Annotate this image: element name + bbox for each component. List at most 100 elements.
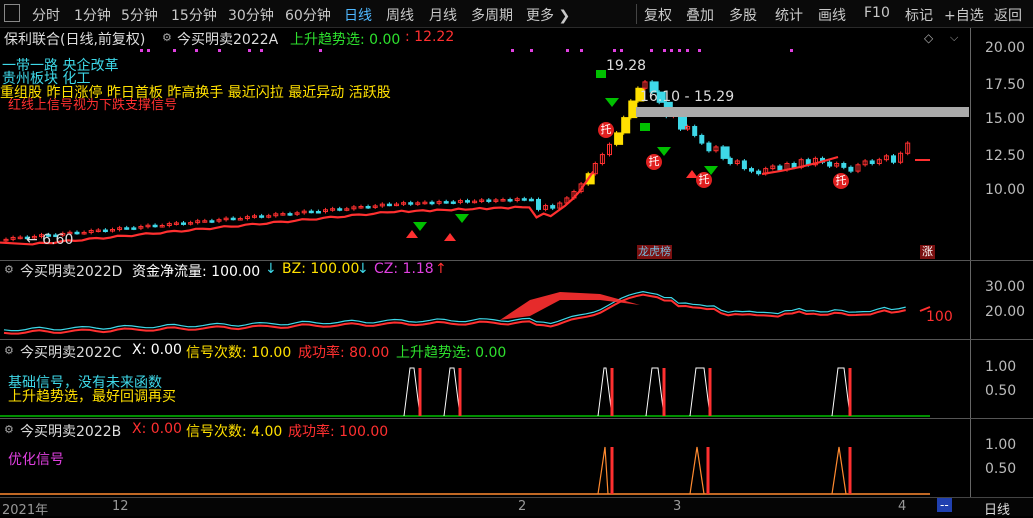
candle-body — [308, 210, 314, 214]
settings-icon[interactable]: ⚙ — [4, 263, 14, 276]
fund-flow-fill — [500, 292, 640, 320]
signal-pulse — [831, 367, 851, 417]
signal-dot — [140, 49, 143, 52]
panel-b-signal-count: 信号次数: 4.00 — [186, 424, 283, 440]
scroll-toggle[interactable]: -- — [937, 498, 952, 512]
support-badge: 托 — [696, 172, 712, 188]
limit-up-badge[interactable]: 涨 — [920, 245, 935, 259]
candle-body — [315, 210, 321, 214]
signal-dot — [147, 49, 150, 52]
candle-body — [528, 198, 534, 202]
candle-body — [550, 205, 556, 209]
candle-body — [692, 126, 698, 136]
candle-body — [486, 199, 492, 202]
signal-markers — [140, 49, 793, 241]
signal-dot — [580, 49, 583, 52]
signal-dot — [260, 49, 263, 52]
candle-body — [749, 168, 754, 172]
signal-dot — [218, 49, 221, 52]
panel-c-name: 今买明卖2022C — [20, 345, 122, 361]
candle-body — [841, 163, 847, 168]
candle-body — [536, 198, 541, 210]
settings-icon[interactable]: ⚙ — [4, 423, 14, 436]
panel-divider — [0, 339, 1033, 340]
fund-flow-end-label: 100 — [926, 309, 953, 325]
signal-dot — [670, 49, 673, 52]
optimized-signal-series — [0, 446, 930, 495]
signal-box — [596, 70, 606, 78]
panel-divider — [0, 418, 1033, 419]
time-axis-label: 3 — [673, 499, 682, 514]
signal-dot — [566, 49, 569, 52]
candle-body — [365, 205, 371, 209]
chart-canvas[interactable] — [0, 0, 1033, 516]
candle-body — [181, 222, 186, 225]
candle-body — [741, 160, 747, 170]
price-value: : 12.22 — [405, 29, 455, 45]
candle-body — [756, 170, 762, 175]
trend-value: 上升趋势选: 0.00 — [290, 32, 401, 48]
signal-dot — [620, 49, 623, 52]
arrow-up-icon: ↑ — [435, 261, 447, 277]
candle-body — [727, 157, 733, 164]
settings-icon[interactable]: ⚙ — [162, 31, 172, 44]
signal-pulse — [645, 367, 665, 417]
candle-body — [408, 202, 414, 205]
menu-chevron-icon[interactable]: ⌵ — [950, 31, 958, 45]
longhu-badge[interactable]: 龙虎榜 — [637, 245, 672, 259]
indicator-name: 今买明卖2022A — [177, 32, 279, 48]
candle-body — [699, 134, 705, 144]
signal-dot — [678, 49, 681, 52]
candle-body — [848, 166, 854, 172]
settings-icon[interactable]: ⚙ — [4, 344, 14, 357]
panel-c-signal-count: 信号次数: 10.00 — [186, 345, 292, 361]
signal-dot — [686, 49, 689, 52]
support-badge: 托 — [598, 122, 614, 138]
candle-body — [628, 100, 638, 119]
signal-dot — [173, 49, 176, 52]
resistance-band — [636, 107, 969, 117]
panel-b-x-value: X: 0.00 — [132, 421, 182, 437]
candle-body — [777, 165, 783, 171]
time-axis: 2021年 12 2 3 4 -- 日线 — [0, 497, 1033, 518]
panel-c-success-rate: 成功率: 80.00 — [298, 345, 390, 361]
signal-dot — [530, 49, 533, 52]
y-tick-label: 20.00 — [985, 40, 1026, 56]
candle-body — [720, 146, 730, 159]
signal-pulse — [689, 446, 705, 495]
signal-dot — [650, 49, 653, 52]
signal-dot — [613, 49, 616, 52]
y-tick-label: 20.00 — [985, 304, 1026, 320]
candle-body — [791, 163, 797, 168]
candle-body — [706, 142, 712, 152]
signal-box — [640, 123, 650, 131]
candle-body — [259, 215, 265, 218]
candle-body — [443, 201, 449, 204]
y-tick-label: 1.00 — [985, 359, 1017, 375]
fund-flow-series — [3, 291, 931, 335]
period-indicator-tab[interactable]: 日线 — [984, 499, 1010, 518]
signal-pulse — [597, 446, 609, 495]
diamond-icon[interactable]: ◇ — [924, 31, 933, 45]
candle-body — [74, 231, 80, 235]
range-label: 16.10 - 15.29 — [640, 89, 735, 105]
signal-dot — [248, 49, 251, 52]
arrow-down-icon: ↓ — [265, 261, 277, 277]
support-line-path — [0, 170, 595, 246]
cz-value: CZ: 1.18 — [374, 261, 434, 277]
panel-c-note-2: 上升趋势选，最好回调再买 — [8, 389, 176, 405]
signal-pulse — [443, 367, 461, 417]
low-price-label: ← 6.60 — [26, 232, 74, 248]
time-axis-label: 2021年 — [2, 503, 49, 518]
candle-body — [337, 208, 343, 211]
sell-arrow — [413, 222, 427, 231]
sell-arrow — [455, 214, 469, 223]
panel-d-name: 今买明卖2022D — [20, 264, 123, 280]
support-badge: 托 — [833, 173, 849, 189]
fund-flow-line — [3, 293, 906, 335]
panel-b-name: 今买明卖2022B — [20, 424, 122, 440]
time-axis-label: 12 — [112, 499, 129, 514]
fund-flow-value: 资金净流量: 100.00 — [132, 264, 261, 280]
candle-body — [827, 161, 833, 167]
y-tick-label: 1.00 — [985, 437, 1017, 453]
